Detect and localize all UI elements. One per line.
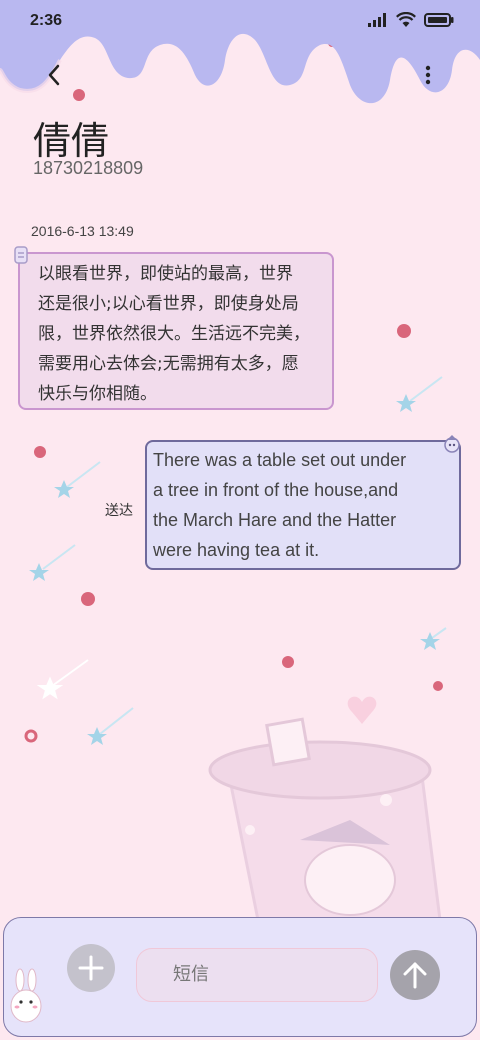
send-button[interactable] bbox=[390, 950, 440, 1000]
outgoing-message-bubble[interactable]: There was a table set out under a tree i… bbox=[145, 440, 461, 570]
message-line: 还是很小;以心看世界，即使身处局 bbox=[38, 294, 299, 314]
incoming-bubble-icon bbox=[13, 245, 29, 269]
outgoing-bubble-icon bbox=[443, 434, 461, 458]
incoming-message-bubble[interactable]: 以眼看世界，即使站的最高，世界 还是很小;以心看世界，即使身处局 限，世界依然很… bbox=[18, 252, 334, 410]
message-line: 快乐与你相随。 bbox=[38, 384, 157, 404]
composer-panel: 短信 bbox=[3, 917, 477, 1037]
sms-input[interactable]: 短信 bbox=[136, 948, 378, 1002]
bunny-decoration-icon bbox=[10, 968, 42, 1023]
plus-icon bbox=[78, 955, 104, 981]
contact-phone: 18730218809 bbox=[33, 158, 144, 178]
status-bar: 2:36 bbox=[0, 0, 480, 40]
message-line: the March Hare and the Hatter bbox=[153, 510, 397, 530]
battery-icon bbox=[424, 13, 454, 27]
delivery-status: 送达 bbox=[105, 503, 133, 519]
back-button[interactable] bbox=[42, 60, 68, 90]
status-icons bbox=[368, 12, 454, 28]
message-line: There was a table set out under bbox=[153, 450, 407, 470]
message-line: 需要用心去体会;无需拥有太多，愿 bbox=[38, 354, 299, 374]
wifi-icon bbox=[396, 12, 416, 27]
contact-name: 倩倩 bbox=[33, 119, 110, 163]
arrow-up-icon bbox=[403, 962, 427, 989]
more-options-button[interactable] bbox=[418, 60, 438, 90]
message-line: 以眼看世界，即使站的最高，世界 bbox=[38, 264, 293, 284]
status-time: 2:36 bbox=[30, 12, 63, 29]
message-timestamp: 2016-6-13 13:49 bbox=[31, 223, 134, 239]
message-line: were having tea at it. bbox=[153, 540, 320, 560]
message-line: 限，世界依然很大。生活远不完美， bbox=[38, 324, 310, 344]
signal-icon bbox=[368, 13, 386, 27]
add-attachment-button[interactable] bbox=[67, 944, 115, 992]
message-line: a tree in front of the house,and bbox=[153, 480, 399, 500]
